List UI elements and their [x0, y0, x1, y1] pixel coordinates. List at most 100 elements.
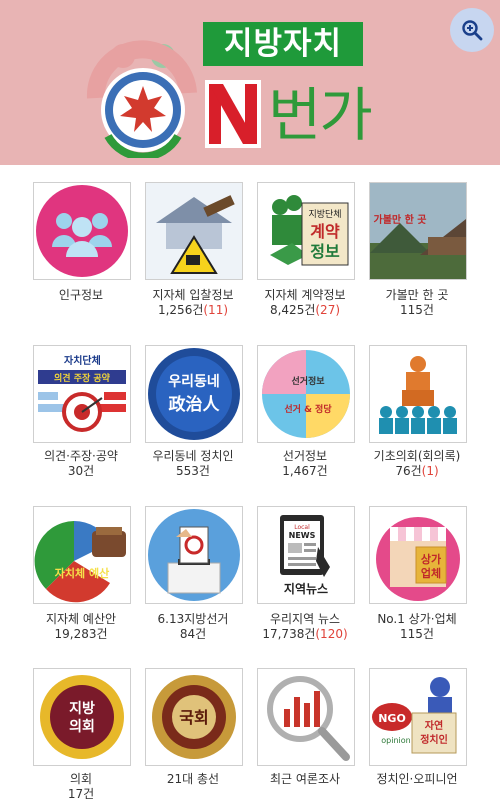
tile-assembly[interactable]	[369, 345, 467, 443]
logo-n-letter: N	[205, 80, 261, 148]
svg-text:NEWS: NEWS	[289, 531, 316, 540]
tile-local-election[interactable]	[145, 506, 243, 604]
item-count-line: 76건(1)	[361, 464, 473, 479]
item-count: 553건	[176, 464, 210, 478]
svg-text:자치단체: 자치단체	[64, 354, 101, 367]
assembly-podium-icon	[370, 346, 466, 442]
item-label: 선거정보	[282, 449, 328, 463]
item-count: 115건	[400, 303, 434, 317]
item-count: 17,738건	[262, 627, 316, 641]
item-label: 6.13지방선거	[157, 612, 229, 626]
tile-politician[interactable]: 우리동네 政治人	[145, 345, 243, 443]
item-label: 의견·주장·공약	[44, 449, 118, 463]
svg-text:선거정보: 선거정보	[291, 375, 325, 387]
svg-text:NGO: NGO	[378, 712, 406, 725]
svg-text:지방: 지방	[69, 700, 95, 717]
item-label: 최근 여론조사	[269, 772, 341, 786]
item-count: 115건	[400, 627, 434, 641]
local-news-icon: Local NEWS 지역뉴스	[258, 507, 354, 603]
tile-poll[interactable]	[257, 668, 355, 766]
item-label: 기초의회(회의록)	[373, 449, 461, 463]
svg-text:정보: 정보	[310, 242, 340, 261]
label-contract: 지자체 계약정보 8,425건(27)	[249, 288, 361, 318]
label-store: No.1 상가·업체 115건	[361, 612, 473, 642]
tile-population[interactable]	[33, 182, 131, 280]
tile-store[interactable]: 상가 업체	[369, 506, 467, 604]
emblem-logo-icon	[86, 40, 197, 158]
item-count: 1,256건	[157, 303, 204, 317]
tile-opinion[interactable]: 자치단체 의견 주장 공약	[33, 345, 131, 443]
tile-local-news[interactable]: Local NEWS 지역뉴스	[257, 506, 355, 604]
item-count: 8,425건	[269, 303, 316, 317]
national-assembly-seal-icon: 국회	[146, 669, 242, 765]
item-new-count: (120)	[315, 627, 348, 641]
item-count-line: 1,256건(11)	[137, 303, 249, 318]
item-label: 가볼만 한 곳	[385, 288, 449, 302]
svg-text:政治人: 政治人	[169, 394, 221, 415]
poll-magnifier-icon	[258, 669, 354, 765]
svg-text:자치체 예산: 자치체 예산	[55, 566, 109, 580]
item-label: 인구정보	[58, 288, 104, 302]
item-label: 정치인·오피니언	[376, 772, 458, 786]
zoom-in-icon	[462, 20, 483, 41]
item-label: 우리지역 뉴스	[269, 612, 341, 626]
item-label: 지자체 입찰정보	[152, 288, 234, 302]
svg-text:자연: 자연	[425, 719, 443, 732]
label-population: 인구정보	[25, 288, 137, 303]
item-label: 지자체 계약정보	[264, 288, 346, 302]
politician-icon: 우리동네 政治人	[146, 346, 242, 442]
item-label: No.1 상가·업체	[377, 612, 457, 626]
svg-text:지역뉴스: 지역뉴스	[284, 581, 328, 596]
people-icon	[36, 185, 128, 277]
svg-text:지방단체: 지방단체	[308, 209, 341, 220]
election-info-icon: 선거정보 선거 & 정당	[258, 346, 354, 442]
bidding-icon	[146, 183, 242, 279]
item-new-count: (11)	[203, 303, 229, 317]
item-label: 21대 총선	[166, 772, 220, 786]
item-count: 19,283건	[54, 627, 108, 641]
tile-budget[interactable]: 자치체 예산	[33, 506, 131, 604]
tile-general-election[interactable]: 국회	[145, 668, 243, 766]
app-subtitle: 번가	[268, 81, 373, 149]
contract-icon: 지방단체 계약 정보	[258, 183, 354, 279]
svg-text:상가: 상가	[421, 552, 441, 566]
svg-text:국회: 국회	[179, 708, 208, 727]
header-banner: 지방자치 N 번가	[0, 0, 500, 165]
label-opinion-leaders: 정치인·오피니언	[361, 772, 473, 787]
label-poll: 최근 여론조사	[249, 772, 361, 787]
zoom-button[interactable]	[450, 8, 494, 52]
item-new-count: (1)	[421, 464, 439, 478]
tile-council[interactable]: 지방 의회	[33, 668, 131, 766]
item-count: 76건	[395, 464, 422, 478]
label-politician: 우리동네 정치인 553건	[137, 449, 249, 479]
item-label: 의회	[69, 772, 93, 786]
svg-text:opinion: opinion	[381, 736, 410, 745]
tile-contract[interactable]: 지방단체 계약 정보	[257, 182, 355, 280]
tile-election-info[interactable]: 선거정보 선거 & 정당	[257, 345, 355, 443]
label-local-election: 6.13지방선거 84건	[137, 612, 249, 642]
ballot-box-icon	[146, 507, 242, 603]
tile-opinion-leaders[interactable]: NGO 자연 정치인 opinion	[369, 668, 467, 766]
tile-attraction[interactable]: 가볼만 한 곳	[369, 182, 467, 280]
svg-text:의견 주장 공약: 의견 주장 공약	[54, 372, 111, 384]
attraction-photo: 가볼만 한 곳	[370, 183, 466, 279]
item-count: 84건	[179, 627, 207, 641]
storefront-icon: 상가 업체	[370, 507, 466, 603]
budget-pie-icon: 자치체 예산	[34, 507, 130, 603]
ngo-opinion-icon: NGO 자연 정치인 opinion	[370, 669, 466, 765]
label-assembly: 기초의회(회의록) 76건(1)	[361, 449, 473, 479]
svg-text:우리동네: 우리동네	[168, 374, 220, 390]
label-attraction: 가볼만 한 곳 115건	[361, 288, 473, 318]
item-count: 1,467건	[282, 464, 328, 478]
item-label: 우리동네 정치인	[152, 449, 234, 463]
label-opinion: 의견·주장·공약 30건	[25, 449, 137, 479]
item-count-line: 17,738건(120)	[249, 627, 361, 642]
label-bidding: 지자체 입찰정보 1,256건(11)	[137, 288, 249, 318]
label-local-news: 우리지역 뉴스 17,738건(120)	[249, 612, 361, 642]
item-label: 지자체 예산안	[45, 612, 117, 626]
label-budget: 지자체 예산안 19,283건	[25, 612, 137, 642]
label-council: 의회 17건	[25, 772, 137, 802]
label-election-info: 선거정보 1,467건	[249, 449, 361, 479]
svg-text:업체: 업체	[421, 566, 441, 580]
tile-bidding[interactable]	[145, 182, 243, 280]
